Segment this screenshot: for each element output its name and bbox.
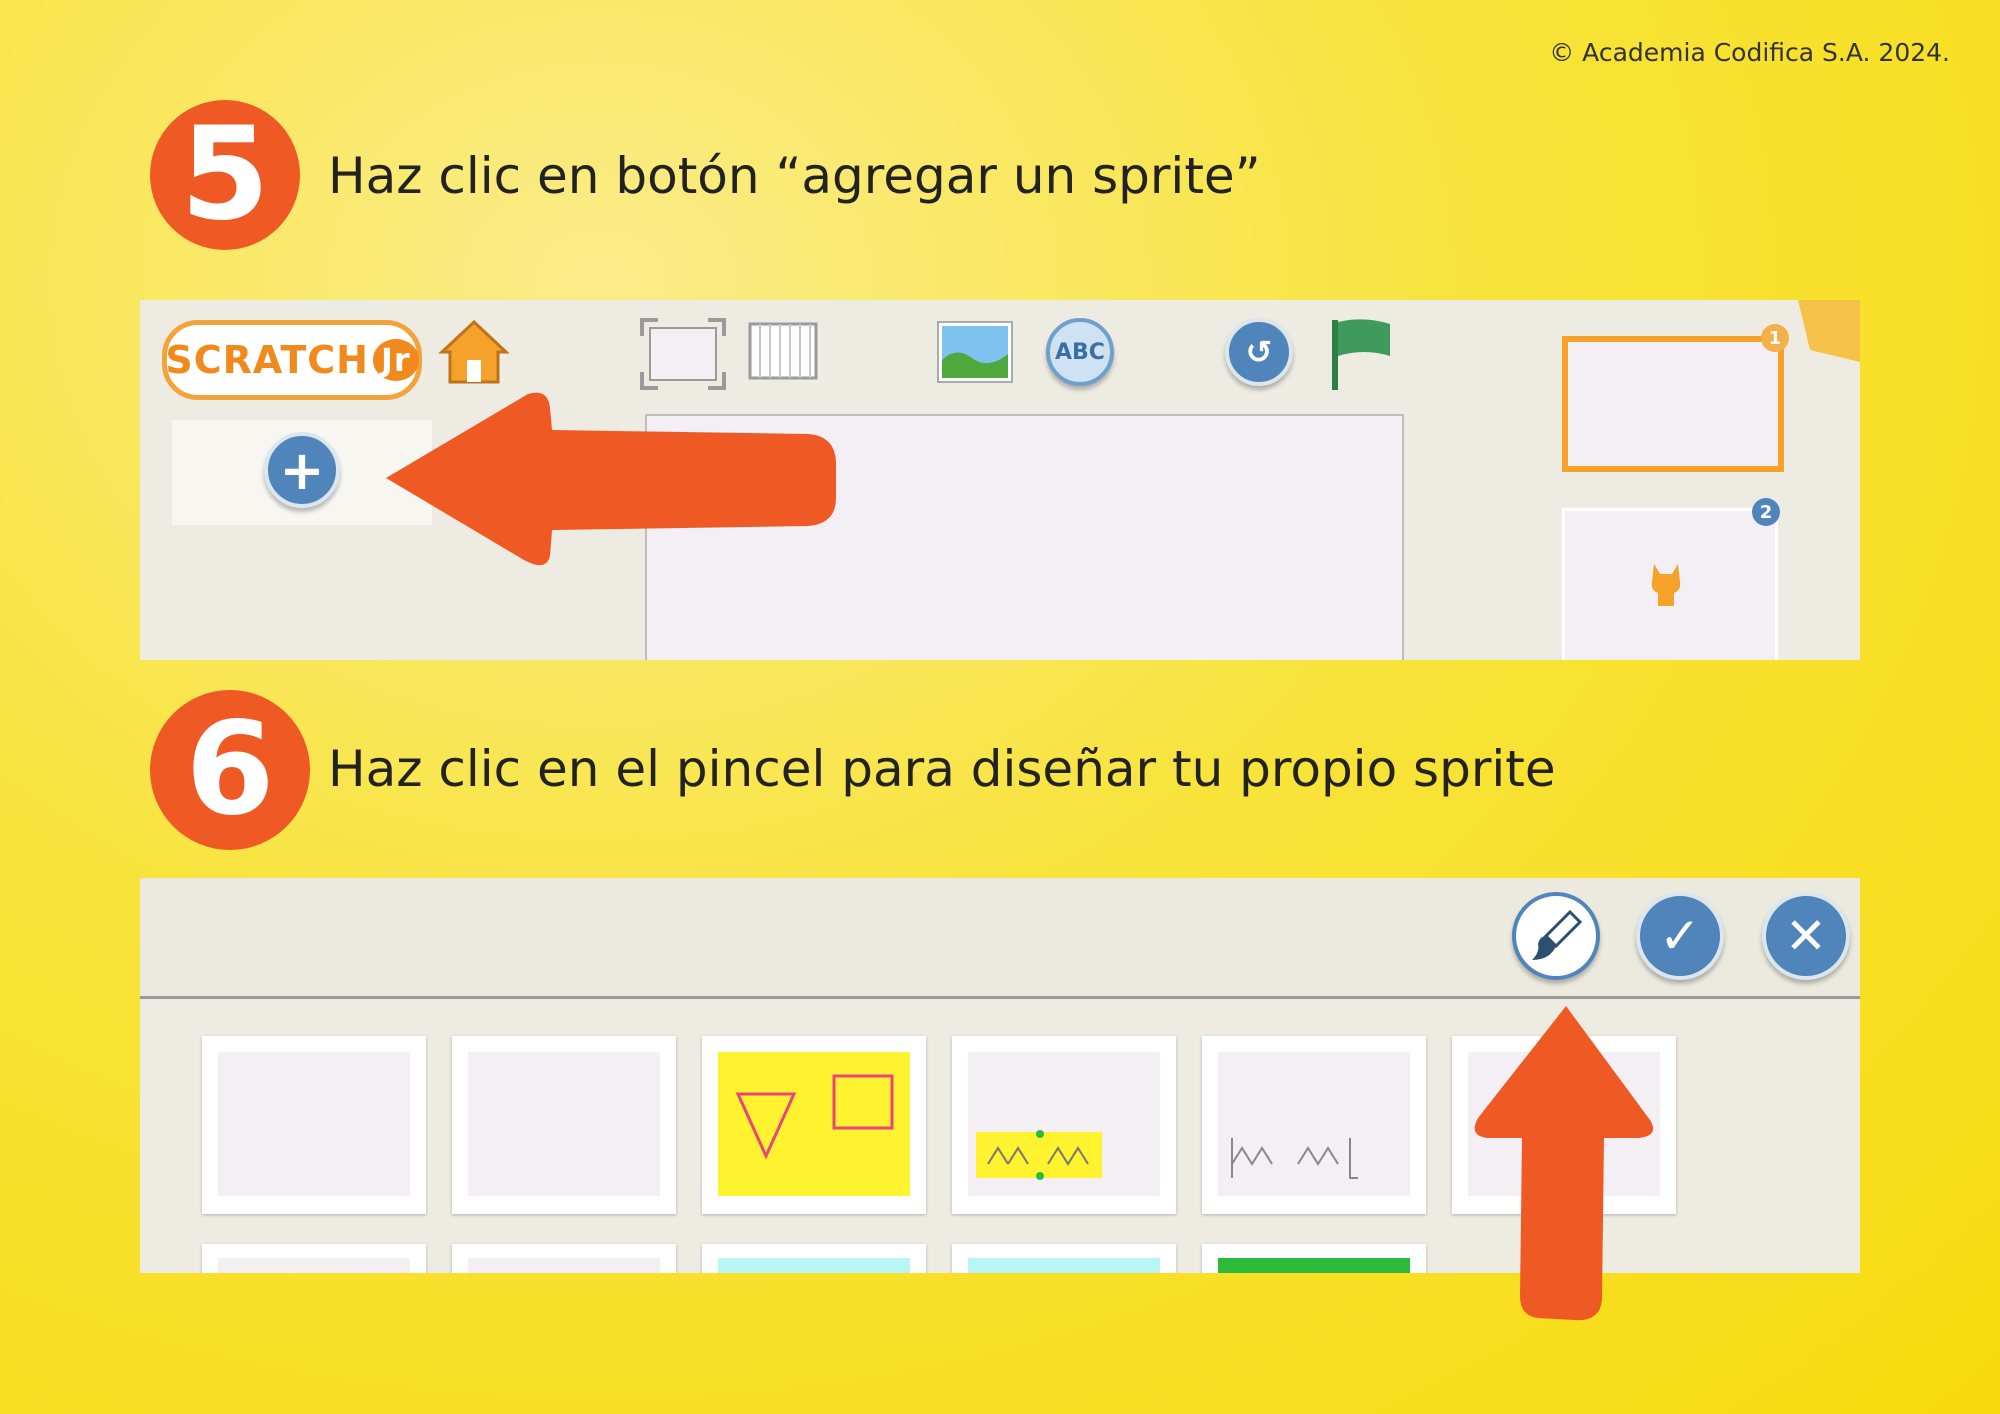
page-number-1: 1	[1761, 324, 1789, 352]
triangles-outline-preview-icon	[1231, 1138, 1358, 1179]
close-button[interactable]: ✕	[1762, 892, 1850, 980]
background-icon[interactable]	[936, 320, 1016, 386]
sprite-tile-triangles-1[interactable]	[952, 1036, 1176, 1214]
page-corner	[1798, 300, 1860, 362]
reset-characters-icon[interactable]: ↺	[1225, 318, 1293, 386]
sprite-tile-blank-1[interactable]	[202, 1036, 426, 1214]
text-abc-icon[interactable]: ABC	[1046, 318, 1114, 386]
home-icon[interactable]	[438, 316, 510, 388]
copyright-notice: © Academia Codifica S.A. 2024.	[1549, 38, 1950, 67]
pointer-arrow-up	[1474, 1006, 1654, 1321]
close-icon: ✕	[1785, 907, 1827, 965]
step-5-badge: 5	[150, 100, 300, 250]
sprite-tile-shapes[interactable]	[702, 1036, 926, 1214]
scratchjr-editor-screenshot: SCRATCH Jr ABC ↺ + 1 2	[140, 300, 1860, 660]
checkmark-icon: ✓	[1659, 907, 1701, 965]
paintbrush-icon	[1532, 909, 1583, 960]
page-thumbnail-1[interactable]	[1562, 336, 1784, 472]
sprite-tile-row2-4[interactable]	[952, 1244, 1176, 1273]
page-number-2: 2	[1752, 498, 1780, 526]
sprite-tile-blank-2[interactable]	[452, 1036, 676, 1214]
pointer-arrow-left	[386, 392, 836, 566]
triangles-preview-icon	[976, 1130, 1102, 1180]
fullscreen-icon[interactable]	[640, 318, 726, 390]
sprite-tile-row2-1[interactable]	[202, 1244, 426, 1273]
sprite-tile-row2-3[interactable]	[702, 1244, 926, 1273]
add-sprite-button[interactable]: +	[264, 432, 340, 508]
sprite-tile-row2-5[interactable]	[1202, 1244, 1426, 1273]
step-5-instruction: Haz clic en botón “agregar un sprite”	[328, 147, 1261, 205]
grid-icon[interactable]	[748, 322, 820, 384]
shapes-preview-icon	[735, 1074, 894, 1160]
library-toolbar	[140, 878, 1860, 999]
step-6-instruction: Haz clic en el pincel para diseñar tu pr…	[328, 740, 1556, 798]
green-flag-icon[interactable]	[1328, 316, 1398, 392]
cat-sprite-icon	[1651, 564, 1681, 606]
confirm-button[interactable]: ✓	[1636, 892, 1724, 980]
sprite-tile-triangles-2[interactable]	[1202, 1036, 1426, 1214]
sprite-tile-row2-2[interactable]	[452, 1244, 676, 1273]
paint-editor-button[interactable]	[1512, 892, 1600, 980]
step-6-badge: 6	[150, 690, 310, 850]
